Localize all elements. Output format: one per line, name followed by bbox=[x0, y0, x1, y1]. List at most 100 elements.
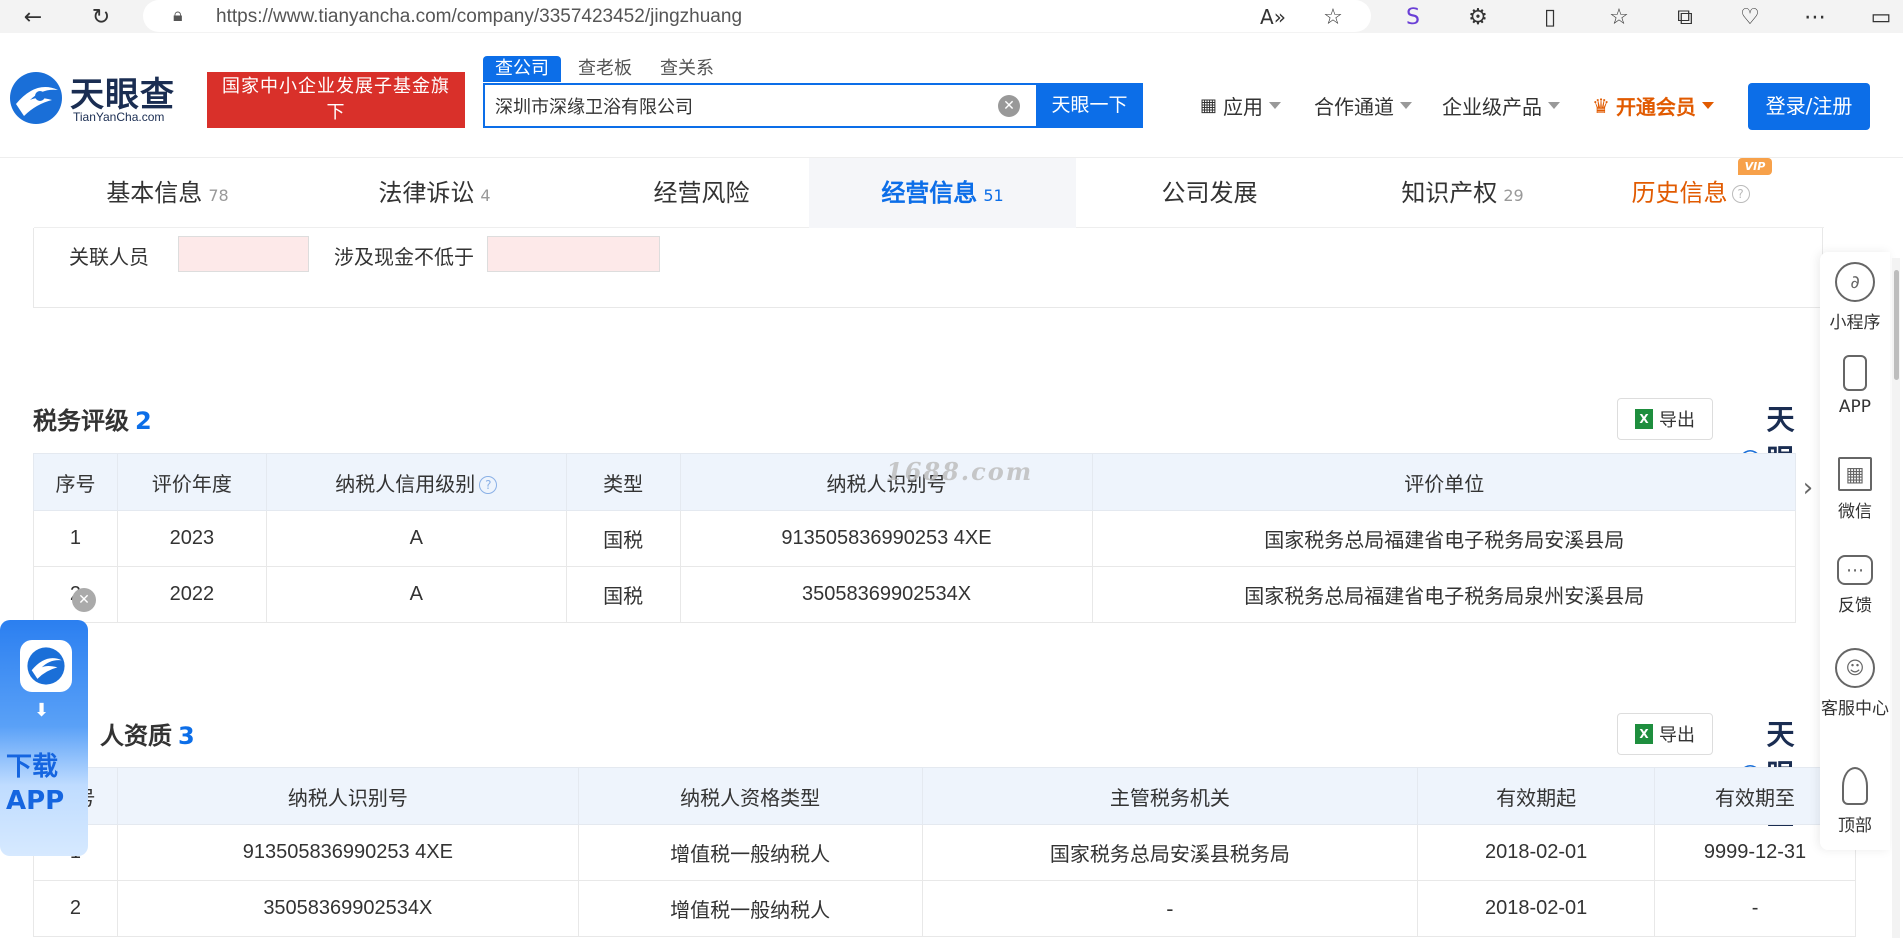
more-icon[interactable]: ⋯ bbox=[1800, 2, 1830, 32]
tab-basic-info[interactable]: 基本信息 78 bbox=[34, 158, 301, 228]
customer-service-icon: ☺ bbox=[1835, 648, 1875, 688]
feedback-icon: ⋯ bbox=[1837, 555, 1873, 585]
search-button[interactable]: 天眼一下 bbox=[1036, 83, 1143, 128]
chevron-right-icon[interactable]: › bbox=[1796, 462, 1820, 514]
column-header: 纳税人识别号 bbox=[116, 767, 579, 825]
nav-vip[interactable]: ♛ 开通会员 bbox=[1592, 91, 1714, 120]
slogan-line2: 官方备案企业征信机构 bbox=[221, 128, 451, 149]
favorite-star-icon[interactable]: ☆ bbox=[1318, 2, 1348, 32]
excel-icon: X bbox=[1635, 409, 1653, 429]
search-tab-boss[interactable]: 查老板 bbox=[566, 56, 644, 82]
app-logo-icon bbox=[20, 640, 72, 692]
export-button[interactable]: X 导出 bbox=[1617, 398, 1713, 440]
grid-icon: ▦ bbox=[1200, 95, 1218, 116]
nav-partner[interactable]: 合作通道 bbox=[1314, 91, 1412, 120]
column-header: 序号 bbox=[33, 453, 118, 511]
tab-development[interactable]: 公司发展 bbox=[1076, 158, 1343, 228]
sidebar-icon[interactable]: ▭ bbox=[1866, 2, 1896, 32]
logo-domain: TianYanCha.com bbox=[73, 110, 165, 124]
related-person-label: 关联人员 bbox=[69, 245, 149, 269]
tool-app[interactable]: APP bbox=[1820, 355, 1890, 417]
download-app-text: 下载 APP bbox=[6, 752, 65, 816]
url-text[interactable]: https://www.tianyancha.com/company/33574… bbox=[216, 6, 742, 28]
cash-label: 涉及现金不低于 bbox=[334, 245, 474, 269]
column-header: 纳税人信用级别? bbox=[265, 453, 567, 511]
caret-down-icon bbox=[1701, 102, 1714, 109]
tax-rating-title: 税务评级 2 bbox=[33, 407, 152, 435]
tool-mini-program[interactable]: ∂ 小程序 bbox=[1820, 262, 1890, 333]
search-tab-relation[interactable]: 查关系 bbox=[648, 56, 726, 82]
nav-vip-label: 开通会员 bbox=[1615, 95, 1696, 119]
crown-icon: ♛ bbox=[1592, 93, 1610, 118]
right-toolbar: ∂ 小程序 APP ▦ 微信 ⋯ 反馈 ☺ 客服中心 顶部 bbox=[1820, 252, 1890, 850]
caret-down-icon bbox=[1400, 102, 1412, 109]
tab-business-info[interactable]: 经营信息 51 bbox=[809, 158, 1076, 228]
search-tab-company[interactable]: 查公司 bbox=[483, 56, 561, 82]
tool-feedback[interactable]: ⋯ 反馈 bbox=[1820, 555, 1890, 616]
puzzle-icon[interactable]: ⚙ bbox=[1463, 2, 1493, 32]
table-row: 2 2022 A 国税 35058369902534X 国家税务总局福建省电子税… bbox=[33, 566, 1796, 623]
clear-icon[interactable]: ✕ bbox=[998, 95, 1020, 117]
help-icon: ? bbox=[1731, 185, 1750, 203]
column-header: 评价单位 bbox=[1092, 453, 1796, 511]
health-icon[interactable]: ♡ bbox=[1735, 2, 1765, 32]
blurred-value bbox=[178, 236, 309, 272]
nav-enterprise[interactable]: 企业级产品 bbox=[1442, 91, 1560, 120]
table-row: 1 913505836990253 4XE 增值税一般纳税人 国家税务总局安溪县… bbox=[33, 824, 1856, 881]
column-header: 纳税人资格类型 bbox=[577, 767, 923, 825]
help-icon[interactable]: ? bbox=[479, 476, 498, 494]
collections-icon[interactable]: ⧉ bbox=[1670, 2, 1700, 32]
table-row: 2 35058369902534X 增值税一般纳税人 - 2018-02-01 … bbox=[33, 880, 1856, 937]
refresh-icon[interactable]: ↻ bbox=[86, 2, 116, 32]
site-header: 天眼查 TianYanCha.com 国家中小企业发展子基金旗下 官方备案企业征… bbox=[0, 33, 1903, 158]
nav-enterprise-label: 企业级产品 bbox=[1442, 95, 1542, 119]
back-icon[interactable]: ← bbox=[18, 2, 48, 32]
lock-icon: 🔒︎ bbox=[173, 5, 183, 26]
table-row: 1 2023 A 国税 913505836990253 4XE 国家税务总局福建… bbox=[33, 510, 1796, 567]
download-app-promo[interactable]: ⬇ 下载 APP bbox=[0, 620, 88, 856]
nav-partner-label: 合作通道 bbox=[1314, 95, 1394, 119]
phone-icon bbox=[1843, 355, 1867, 391]
tool-customer-service[interactable]: ☺ 客服中心 bbox=[1820, 648, 1890, 719]
scrollbar-thumb[interactable] bbox=[1894, 270, 1899, 380]
tab-history[interactable]: 历史信息? bbox=[1557, 158, 1824, 228]
column-header: 评价年度 bbox=[116, 453, 267, 511]
mini-program-icon: ∂ bbox=[1835, 262, 1875, 302]
blurred-value bbox=[487, 236, 660, 272]
section-tabs: 基本信息 78 法律诉讼 4 经营风险 经营信息 51 公司发展 知识产权 29 历史信… bbox=[34, 158, 1824, 228]
tab-legal[interactable]: 法律诉讼 4 bbox=[301, 158, 568, 228]
column-header: 主管税务机关 bbox=[921, 767, 1419, 825]
watermark-1688: 1688.com bbox=[886, 457, 1034, 486]
slogan-line1: 国家中小企业发展子基金旗下 bbox=[222, 76, 450, 123]
search-box: ✕ bbox=[483, 83, 1036, 128]
nav-apps[interactable]: ▦ 应用 bbox=[1200, 91, 1282, 120]
slogan-banner: 国家中小企业发展子基金旗下 官方备案企业征信机构 bbox=[207, 72, 465, 149]
excel-icon: X bbox=[1635, 724, 1653, 744]
split-screen-icon[interactable]: ▯ bbox=[1535, 2, 1565, 32]
caret-down-icon bbox=[1269, 102, 1282, 109]
qualification-title: 人资质 3 bbox=[100, 722, 195, 750]
nav-apps-label: 应用 bbox=[1223, 95, 1264, 119]
login-register-button[interactable]: 登录/注册 bbox=[1748, 83, 1870, 130]
export-button[interactable]: X 导出 bbox=[1617, 713, 1713, 755]
rocket-icon bbox=[1842, 767, 1868, 805]
tianyancha-logo-icon[interactable] bbox=[8, 70, 64, 126]
vip-badge: VIP bbox=[1738, 158, 1772, 175]
close-icon[interactable]: ✕ bbox=[72, 588, 96, 612]
qrcode-icon: ▦ bbox=[1838, 457, 1872, 491]
extension-icon[interactable]: S bbox=[1398, 2, 1428, 32]
download-arrow-icon: ⬇ bbox=[34, 700, 50, 721]
tool-wechat[interactable]: ▦ 微信 bbox=[1820, 457, 1890, 522]
browser-toolbar: ← ↻ 🔒︎ https://www.tianyancha.com/compan… bbox=[0, 0, 1903, 33]
caret-down-icon bbox=[1548, 102, 1560, 109]
search-input[interactable] bbox=[495, 93, 965, 119]
column-header: 有效期起 bbox=[1417, 767, 1656, 825]
favorites-icon[interactable]: ☆ bbox=[1604, 2, 1634, 32]
column-header: 类型 bbox=[565, 453, 681, 511]
tab-ip[interactable]: 知识产权 29 bbox=[1329, 158, 1596, 228]
logo-name[interactable]: 天眼查 bbox=[70, 67, 175, 116]
tool-back-to-top[interactable]: 顶部 bbox=[1820, 767, 1890, 836]
tab-risk[interactable]: 经营风险 bbox=[568, 158, 835, 228]
qualification-table: 序号 纳税人识别号 纳税人资格类型 主管税务机关 有效期起 有效期至 1 913… bbox=[33, 767, 1856, 937]
read-aloud-icon[interactable]: A» bbox=[1258, 2, 1288, 32]
